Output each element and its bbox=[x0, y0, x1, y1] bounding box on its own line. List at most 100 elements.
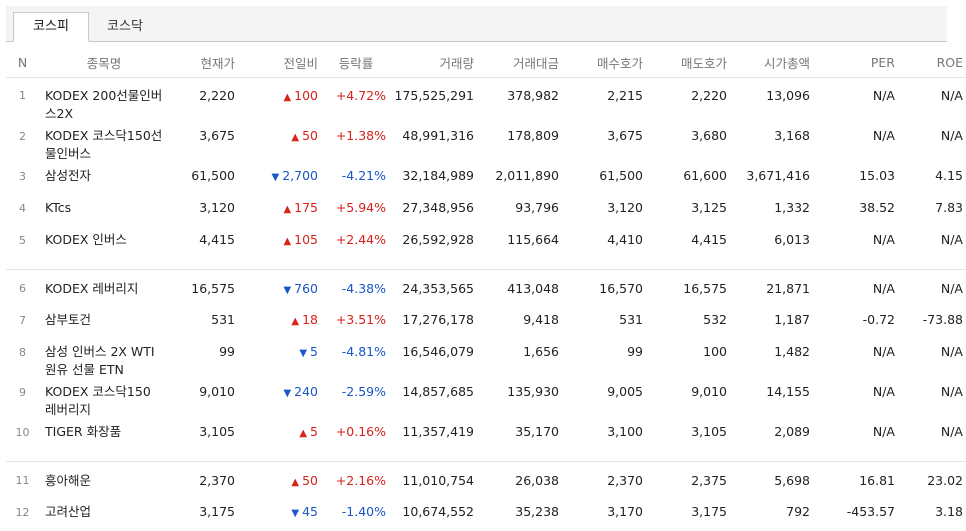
trade-amount: 115,664 bbox=[507, 232, 559, 247]
table-row: 4 KTcs 3,120 ▲ 175 +5.94% 27,348,956 93,796 3,12… bbox=[6, 195, 966, 227]
table-row: 9 KODEX 코스닥150 레버리지 9,010 ▼ 240 -2.59% 14,857,… bbox=[6, 379, 966, 419]
change-value: 240 bbox=[294, 384, 318, 399]
tab-kosdaq[interactable]: 코스닥 bbox=[90, 13, 160, 41]
stock-name-link[interactable]: KODEX 코스닥150 레버리지 bbox=[39, 379, 169, 419]
change-value: 5 bbox=[310, 424, 318, 439]
down-arrow-icon: ▼ bbox=[271, 172, 280, 183]
row-number: 4 bbox=[19, 202, 26, 215]
stock-name-link[interactable]: 흥아해운 bbox=[39, 463, 169, 499]
change-rate: -4.21% bbox=[341, 168, 386, 183]
volume: 10,674,552 bbox=[402, 504, 474, 519]
up-arrow-icon: ▲ bbox=[291, 477, 300, 488]
bid-price: 3,120 bbox=[607, 200, 643, 215]
volume: 26,592,928 bbox=[402, 232, 474, 247]
bid-price: 3,170 bbox=[607, 504, 643, 519]
row-number: 12 bbox=[15, 506, 30, 519]
roe: 4.15 bbox=[935, 168, 963, 183]
change: ▲ 105 bbox=[239, 227, 322, 259]
market-tabs: 코스피 코스닥 bbox=[0, 0, 966, 42]
row-number: 1 bbox=[19, 89, 26, 102]
ask-price: 532 bbox=[703, 312, 727, 327]
row-number: 11 bbox=[15, 474, 30, 487]
change-rate: +4.72% bbox=[335, 88, 386, 103]
col-amount: 거래대금 bbox=[478, 47, 563, 78]
up-arrow-icon: ▲ bbox=[283, 92, 292, 103]
change: ▼ 760 bbox=[239, 271, 322, 307]
price: 99 bbox=[219, 344, 235, 359]
stock-name-link[interactable]: 삼부토건 bbox=[39, 307, 169, 339]
bid-price: 3,100 bbox=[607, 424, 643, 439]
group-spacer bbox=[6, 259, 966, 270]
stock-name-link[interactable]: KODEX 코스닥150선물인버스 bbox=[39, 123, 169, 163]
price: 3,120 bbox=[199, 200, 235, 215]
stock-name-link[interactable]: KODEX 200선물인버스2X bbox=[39, 78, 169, 124]
ask-price: 3,175 bbox=[691, 504, 727, 519]
price: 4,415 bbox=[199, 232, 235, 247]
change-value: 2,700 bbox=[282, 168, 318, 183]
stock-name-link[interactable]: 삼성전자 bbox=[39, 163, 169, 195]
trade-amount: 135,930 bbox=[507, 384, 559, 399]
group-spacer bbox=[6, 451, 966, 462]
change-rate: -1.40% bbox=[341, 504, 386, 519]
market-cap: 1,187 bbox=[774, 312, 810, 327]
table-row: 5 KODEX 인버스 4,415 ▲ 105 +2.44% 26,592,928 115,6… bbox=[6, 227, 966, 259]
price: 3,675 bbox=[199, 128, 235, 143]
trade-amount: 378,982 bbox=[507, 88, 559, 103]
trade-amount: 93,796 bbox=[515, 200, 559, 215]
price: 3,175 bbox=[199, 504, 235, 519]
ask-price: 3,680 bbox=[691, 128, 727, 143]
change: ▲ 5 bbox=[239, 419, 322, 451]
bid-price: 531 bbox=[619, 312, 643, 327]
up-arrow-icon: ▲ bbox=[291, 132, 300, 143]
change-rate: +0.16% bbox=[335, 424, 386, 439]
price: 3,105 bbox=[199, 424, 235, 439]
stock-name-link[interactable]: KTcs bbox=[39, 195, 169, 227]
change: ▼ 5 bbox=[239, 339, 322, 379]
down-arrow-icon: ▼ bbox=[283, 285, 292, 296]
volume: 48,991,316 bbox=[402, 128, 474, 143]
price: 61,500 bbox=[191, 168, 235, 183]
col-name: 종목명 bbox=[39, 47, 169, 78]
stock-table: N 종목명 현재가 전일비 등락률 거래량 거래대금 매수호가 매도호가 시가총… bbox=[6, 47, 966, 531]
change-value: 105 bbox=[294, 232, 318, 247]
roe: 7.83 bbox=[935, 200, 963, 215]
stock-name-link[interactable]: KODEX 레버리지 bbox=[39, 271, 169, 307]
change-value: 50 bbox=[302, 473, 318, 488]
market-cap: 1,482 bbox=[774, 344, 810, 359]
change: ▲ 50 bbox=[239, 123, 322, 163]
change-value: 5 bbox=[310, 344, 318, 359]
stock-name-link[interactable]: KODEX 인버스 bbox=[39, 227, 169, 259]
roe: N/A bbox=[940, 424, 963, 439]
bid-price: 9,005 bbox=[607, 384, 643, 399]
price: 16,575 bbox=[191, 281, 235, 296]
ask-price: 9,010 bbox=[691, 384, 727, 399]
change: ▼ 2,700 bbox=[239, 163, 322, 195]
market-cap: 13,096 bbox=[766, 88, 810, 103]
bid-price: 4,410 bbox=[607, 232, 643, 247]
change: ▲ 50 bbox=[239, 463, 322, 499]
up-arrow-icon: ▲ bbox=[283, 236, 292, 247]
change-rate: +1.38% bbox=[335, 128, 386, 143]
up-arrow-icon: ▲ bbox=[299, 428, 308, 439]
down-arrow-icon: ▼ bbox=[299, 348, 308, 359]
trade-amount: 26,038 bbox=[515, 473, 559, 488]
tab-kospi[interactable]: 코스피 bbox=[13, 12, 89, 42]
change-rate: +2.16% bbox=[335, 473, 386, 488]
stock-name-link[interactable]: 고려산업 bbox=[39, 499, 169, 531]
ask-price: 3,105 bbox=[691, 424, 727, 439]
roe: N/A bbox=[940, 128, 963, 143]
table-header: N 종목명 현재가 전일비 등락률 거래량 거래대금 매수호가 매도호가 시가총… bbox=[6, 47, 966, 78]
up-arrow-icon: ▲ bbox=[291, 316, 300, 327]
row-number: 9 bbox=[19, 386, 26, 399]
col-bid: 매수호가 bbox=[563, 47, 647, 78]
trade-amount: 2,011,890 bbox=[495, 168, 559, 183]
stock-name-link[interactable]: 삼성 인버스 2X WTI원유 선물 ETN bbox=[39, 339, 169, 379]
price: 531 bbox=[211, 312, 235, 327]
change-rate: -2.59% bbox=[341, 384, 386, 399]
change-rate: -4.81% bbox=[341, 344, 386, 359]
volume: 11,357,419 bbox=[402, 424, 474, 439]
table-row: 1 KODEX 200선물인버스2X 2,220 ▲ 100 +4.72% 175,525,… bbox=[6, 78, 966, 124]
stock-name-link[interactable]: TIGER 화장품 bbox=[39, 419, 169, 451]
change-rate: +5.94% bbox=[335, 200, 386, 215]
row-number: 10 bbox=[15, 426, 30, 439]
